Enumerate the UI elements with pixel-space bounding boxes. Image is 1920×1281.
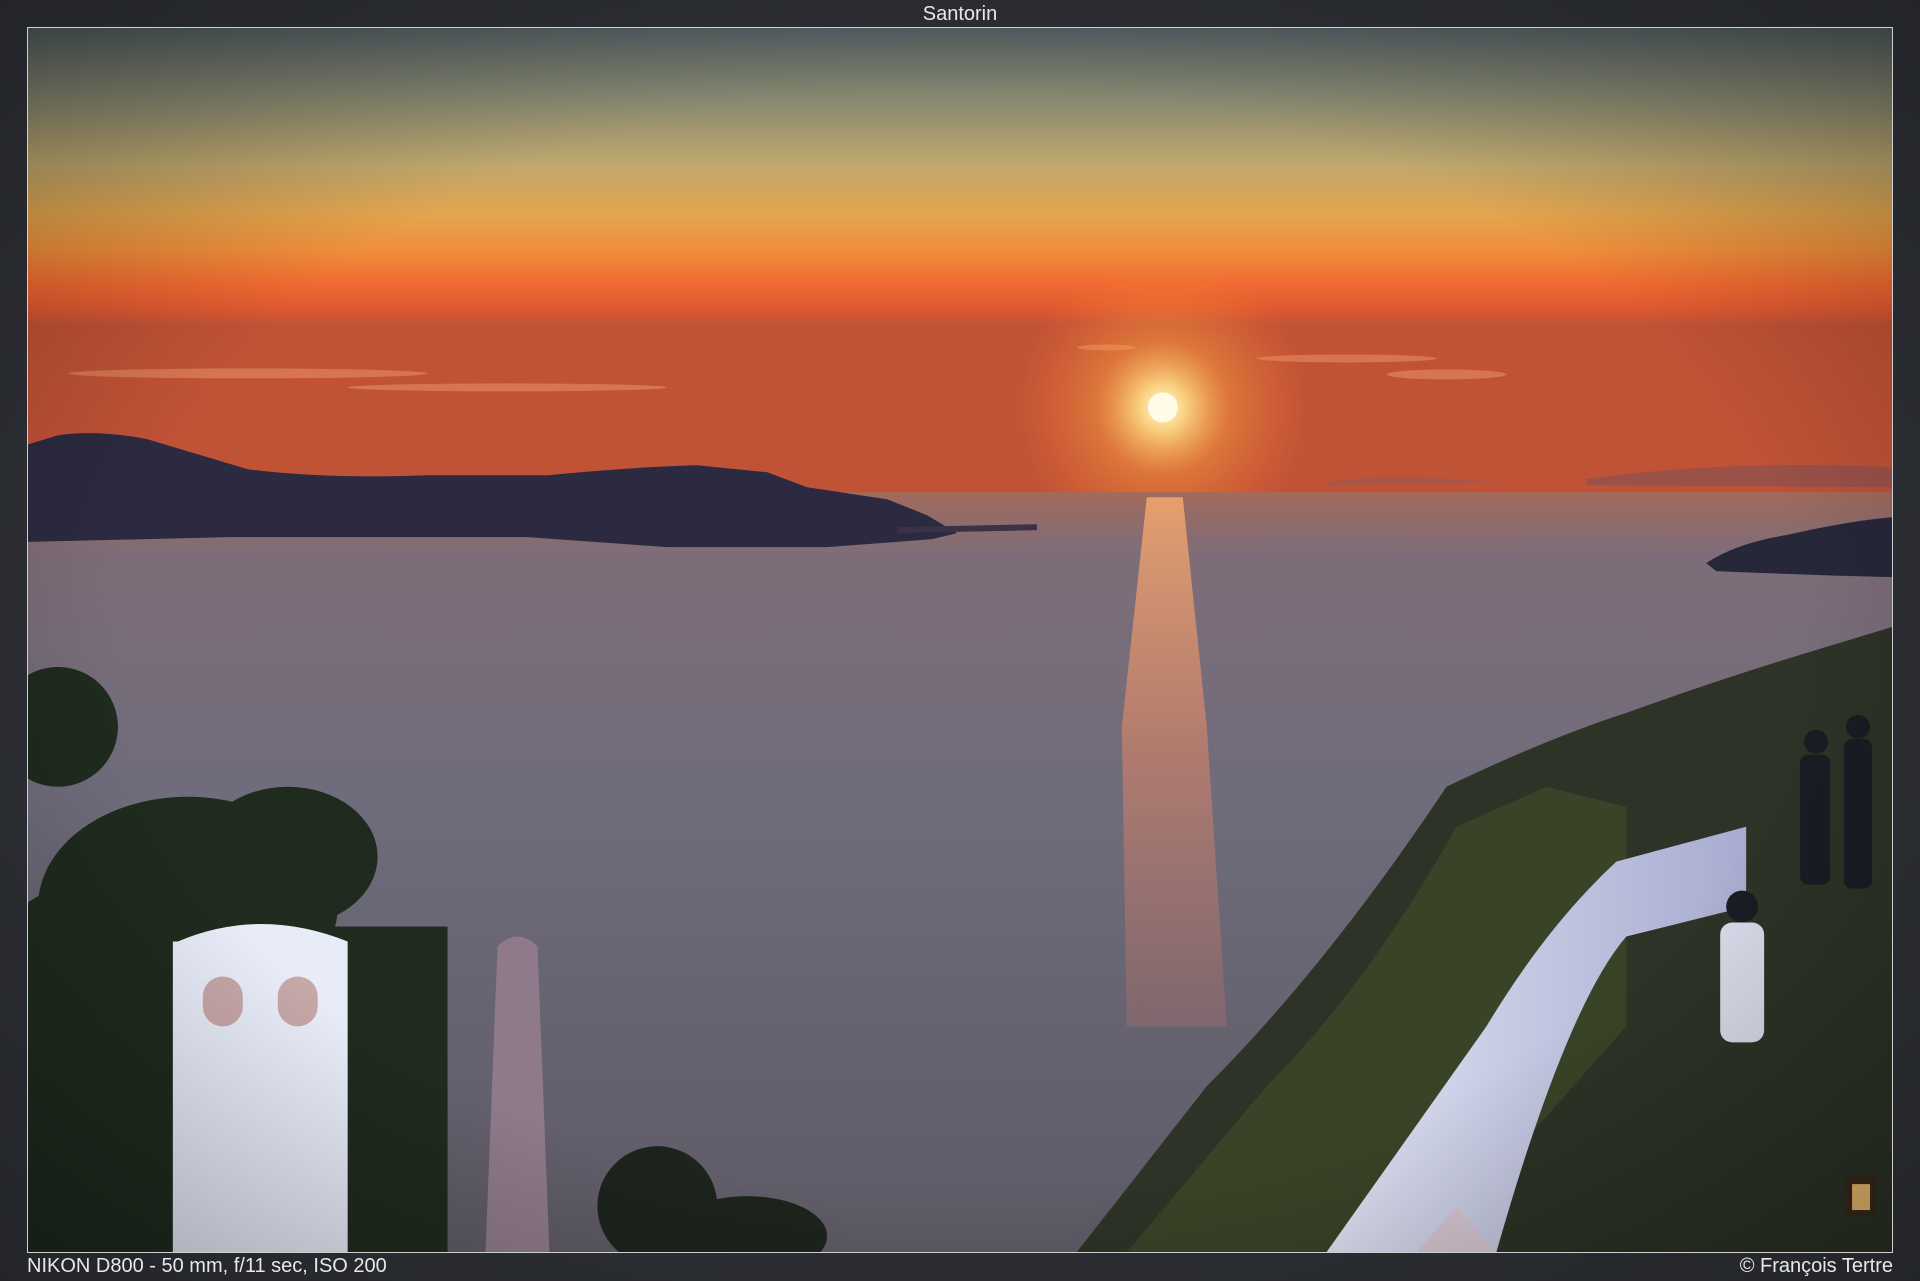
photo-title: Santorin	[922, 3, 998, 25]
photo	[27, 27, 1893, 1253]
exif-caption: NIKON D800 - 50 mm, f/11 sec, ISO 200	[27, 1255, 387, 1277]
copyright-caption: © François Tertre	[1739, 1255, 1893, 1277]
sunset-photo	[28, 28, 1892, 1252]
